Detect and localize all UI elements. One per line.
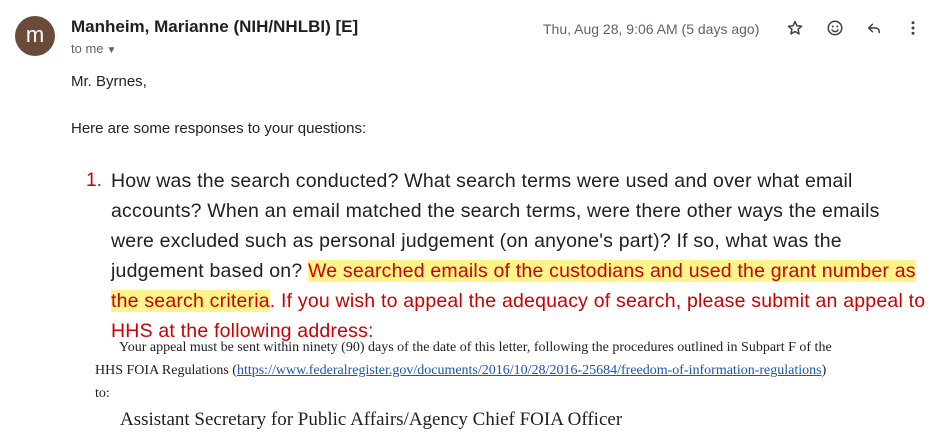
letter-line-1: Your appeal must be sent within ninety (… xyxy=(119,340,832,355)
caret-down-icon: ▼ xyxy=(106,45,117,56)
more-button[interactable] xyxy=(900,15,926,41)
address-line: Assistant Secretary for Public Affairs/A… xyxy=(120,409,623,430)
letter-line-2-suffix: ) xyxy=(821,363,827,378)
emoji-icon xyxy=(827,20,843,36)
reply-icon xyxy=(868,23,880,34)
message-timestamp: Thu, Aug 28, 9:06 AM (5 days ago) xyxy=(543,21,760,37)
recipient-dropdown[interactable]: to me ▼ xyxy=(71,41,116,56)
intro-text: Here are some responses to your question… xyxy=(71,120,367,137)
avatar[interactable]: m xyxy=(15,16,55,56)
answer-period: . xyxy=(269,290,276,312)
more-vert-icon xyxy=(911,21,915,35)
hhs-foia-regulations-link[interactable]: https://www.federalregister.gov/document… xyxy=(237,363,822,378)
letter-line-3: to: xyxy=(95,386,110,401)
star-icon xyxy=(787,20,803,35)
reply-button[interactable] xyxy=(861,15,887,41)
letter-line-2-prefix: HHS FOIA Regulations ( xyxy=(95,363,237,378)
letter-line-2: HHS FOIA Regulations (https://www.federa… xyxy=(95,363,826,379)
recipient-label: to me xyxy=(71,41,104,56)
list-number: 1. xyxy=(86,170,102,191)
sender-name: Manheim, Marianne (NIH/NHLBI) [E] xyxy=(71,17,359,36)
emoji-button[interactable] xyxy=(822,15,848,41)
star-button[interactable] xyxy=(782,15,808,41)
greeting: Mr. Byrnes, xyxy=(71,73,147,90)
question-item: How was the search conducted? What searc… xyxy=(111,166,926,346)
